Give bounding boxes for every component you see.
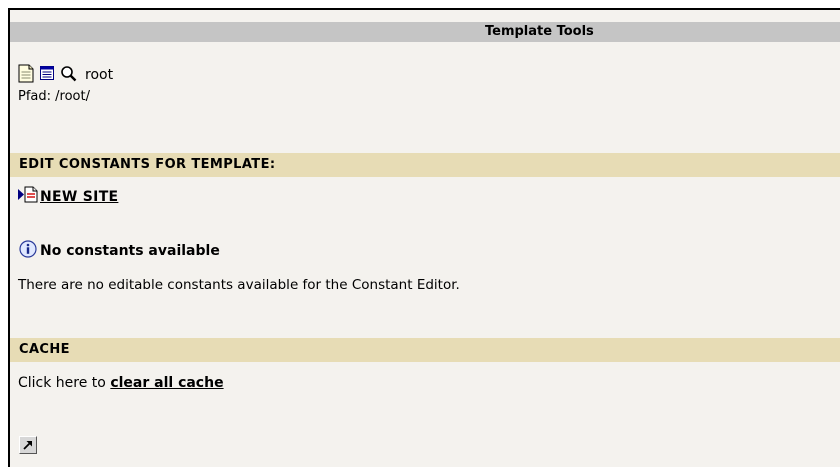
shortcut-arrow-icon[interactable] — [19, 436, 37, 454]
path-label: Pfad: /root/ — [18, 89, 90, 104]
search-icon[interactable] — [60, 65, 77, 86]
cache-line: Click here to clear all cache — [18, 375, 224, 391]
section-title: CACHE — [19, 342, 70, 357]
section-title: EDIT CONSTANTS FOR TEMPLATE: — [19, 157, 276, 172]
info-icon — [19, 240, 37, 262]
root-label: root — [85, 67, 114, 83]
page-title: Template Tools — [485, 24, 594, 39]
title-bar: Template Tools — [10, 22, 840, 42]
info-title: No constants available — [40, 243, 220, 259]
page-icon[interactable] — [18, 64, 34, 87]
list-view-icon[interactable] — [40, 66, 54, 84]
info-message: No constants available — [19, 240, 220, 262]
cache-prefix-text: Click here to — [18, 375, 106, 391]
module-panel: Template Tools root Pfad: /root/ EDIT CO… — [8, 8, 840, 467]
section-header-edit-constants: EDIT CONSTANTS FOR TEMPLATE: — [10, 153, 840, 177]
clear-cache-link[interactable]: clear all cache — [110, 375, 223, 391]
template-site-row: NEW SITE — [18, 186, 118, 207]
new-site-link[interactable]: NEW SITE — [40, 189, 118, 205]
page-red-icon — [24, 186, 38, 207]
info-text: There are no editable constants availabl… — [18, 277, 460, 293]
section-header-cache: CACHE — [10, 338, 840, 362]
toolbar: root — [18, 64, 113, 86]
